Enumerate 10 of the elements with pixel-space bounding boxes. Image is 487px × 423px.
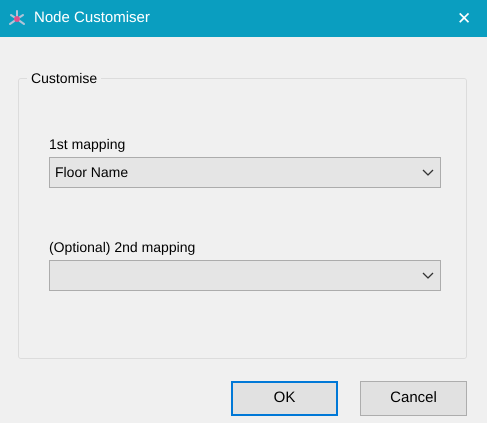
window-title: Node Customiser xyxy=(34,8,150,28)
cancel-button[interactable]: Cancel xyxy=(360,381,467,416)
dropdown[interactable]: Floor Name xyxy=(49,157,441,188)
chevron-down-icon xyxy=(422,168,434,176)
chevron-down-icon xyxy=(422,272,434,280)
app-icon xyxy=(8,10,26,28)
ok-button[interactable]: OK xyxy=(231,381,338,416)
field-label: 1st mapping xyxy=(49,135,126,153)
dropdown[interactable] xyxy=(49,260,441,291)
field-label: (Optional) 2nd mapping xyxy=(49,238,196,256)
